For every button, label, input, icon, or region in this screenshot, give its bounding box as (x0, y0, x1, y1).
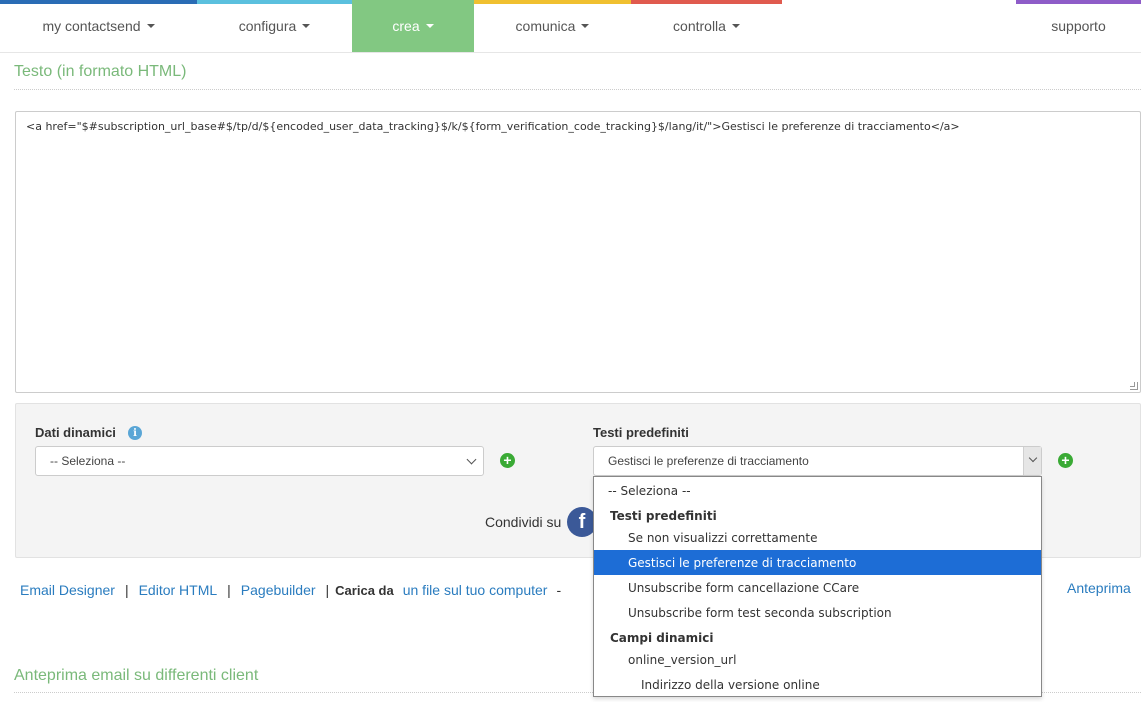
dynamic-data-select[interactable]: -- Seleziona -- (35, 446, 484, 476)
nav-label: configura (238, 18, 297, 34)
editor-content: <a href="$#subscription_url_base#$/tp/d/… (26, 120, 960, 133)
pagebuilder-link[interactable]: Pagebuilder (241, 582, 316, 598)
dropdown-option-selected[interactable]: Gestisci le preferenze di tracciamento (594, 550, 1041, 575)
select-value: -- Seleziona -- (50, 454, 126, 468)
dropdown-option[interactable]: online_version_url (594, 647, 1041, 672)
nav-color-bar (631, 0, 782, 4)
preview-title: Anteprima email su differenti client (14, 667, 259, 684)
editor-links-row: Email Designer | Editor HTML | Pagebuild… (20, 580, 561, 600)
chevron-down-icon (466, 454, 477, 465)
caret-down-icon (302, 24, 311, 28)
dropdown-option[interactable]: -- Seleziona -- (594, 478, 1041, 503)
nav-color-bar (0, 0, 197, 4)
nav-color-bar (474, 0, 631, 4)
upload-file-link[interactable]: un file sul tuo computer (403, 582, 548, 598)
dropdown-option[interactable]: Unsubscribe form cancellazione CCare (594, 575, 1041, 600)
predefined-texts-label: Testi predefiniti (593, 425, 689, 440)
predefined-texts-dropdown: -- Seleziona -- Testi predefiniti Se non… (593, 476, 1042, 697)
nav-label: controlla (673, 18, 726, 34)
nav-color-bar (1016, 0, 1141, 4)
anteprima-link[interactable]: Anteprima (1067, 580, 1131, 596)
nav-label: my contactsend (42, 18, 141, 34)
nav-my-contactsend[interactable]: my contactsend (0, 0, 197, 52)
select-value: Gestisci le preferenze di tracciamento (608, 454, 809, 468)
editor-html-link[interactable]: Editor HTML (139, 582, 218, 598)
dropdown-option[interactable]: Se non visualizzi correttamente (594, 525, 1041, 550)
editor-title: Testo (in formato HTML) (14, 63, 187, 80)
add-predefined-text-icon[interactable]: + (1058, 453, 1073, 468)
carica-da-label: Carica da (335, 582, 394, 598)
nav-color-bar (197, 0, 352, 4)
caret-down-icon (146, 24, 155, 28)
separator: | (325, 582, 330, 598)
nav-comunica[interactable]: comunica (474, 0, 631, 52)
nav-controlla[interactable]: controlla (631, 0, 782, 52)
dropdown-option[interactable]: Indirizzo della versione online (594, 672, 1041, 697)
caret-down-icon (731, 24, 740, 28)
dynamic-data-label: Dati dinamici (35, 425, 116, 440)
html-text-editor[interactable]: <a href="$#subscription_url_base#$/tp/d/… (15, 111, 1141, 393)
nav-crea[interactable]: crea (352, 0, 474, 52)
nav-configura[interactable]: configura (197, 0, 352, 52)
separator: | (124, 582, 129, 598)
nav-label: supporto (1051, 18, 1106, 34)
add-dynamic-data-icon[interactable]: + (500, 453, 515, 468)
nav-label: crea (392, 18, 420, 34)
separator: | (227, 582, 231, 598)
nav-supporto[interactable]: supporto (1016, 0, 1141, 52)
caret-down-icon (581, 24, 590, 28)
caret-down-icon (425, 24, 434, 28)
top-navbar: my contactsend configura crea comunica c… (0, 0, 1141, 53)
divider (14, 89, 1141, 90)
nav-label: comunica (515, 18, 576, 34)
predefined-texts-select[interactable]: Gestisci le preferenze di tracciamento (593, 446, 1042, 476)
resize-handle-icon[interactable] (1130, 382, 1138, 390)
share-label: Condividi su (485, 514, 562, 530)
dropdown-option[interactable]: Unsubscribe form test seconda subscripti… (594, 600, 1041, 625)
dash-separator: - (556, 582, 562, 598)
email-designer-link[interactable]: Email Designer (20, 582, 115, 598)
info-icon[interactable]: i (128, 426, 142, 440)
